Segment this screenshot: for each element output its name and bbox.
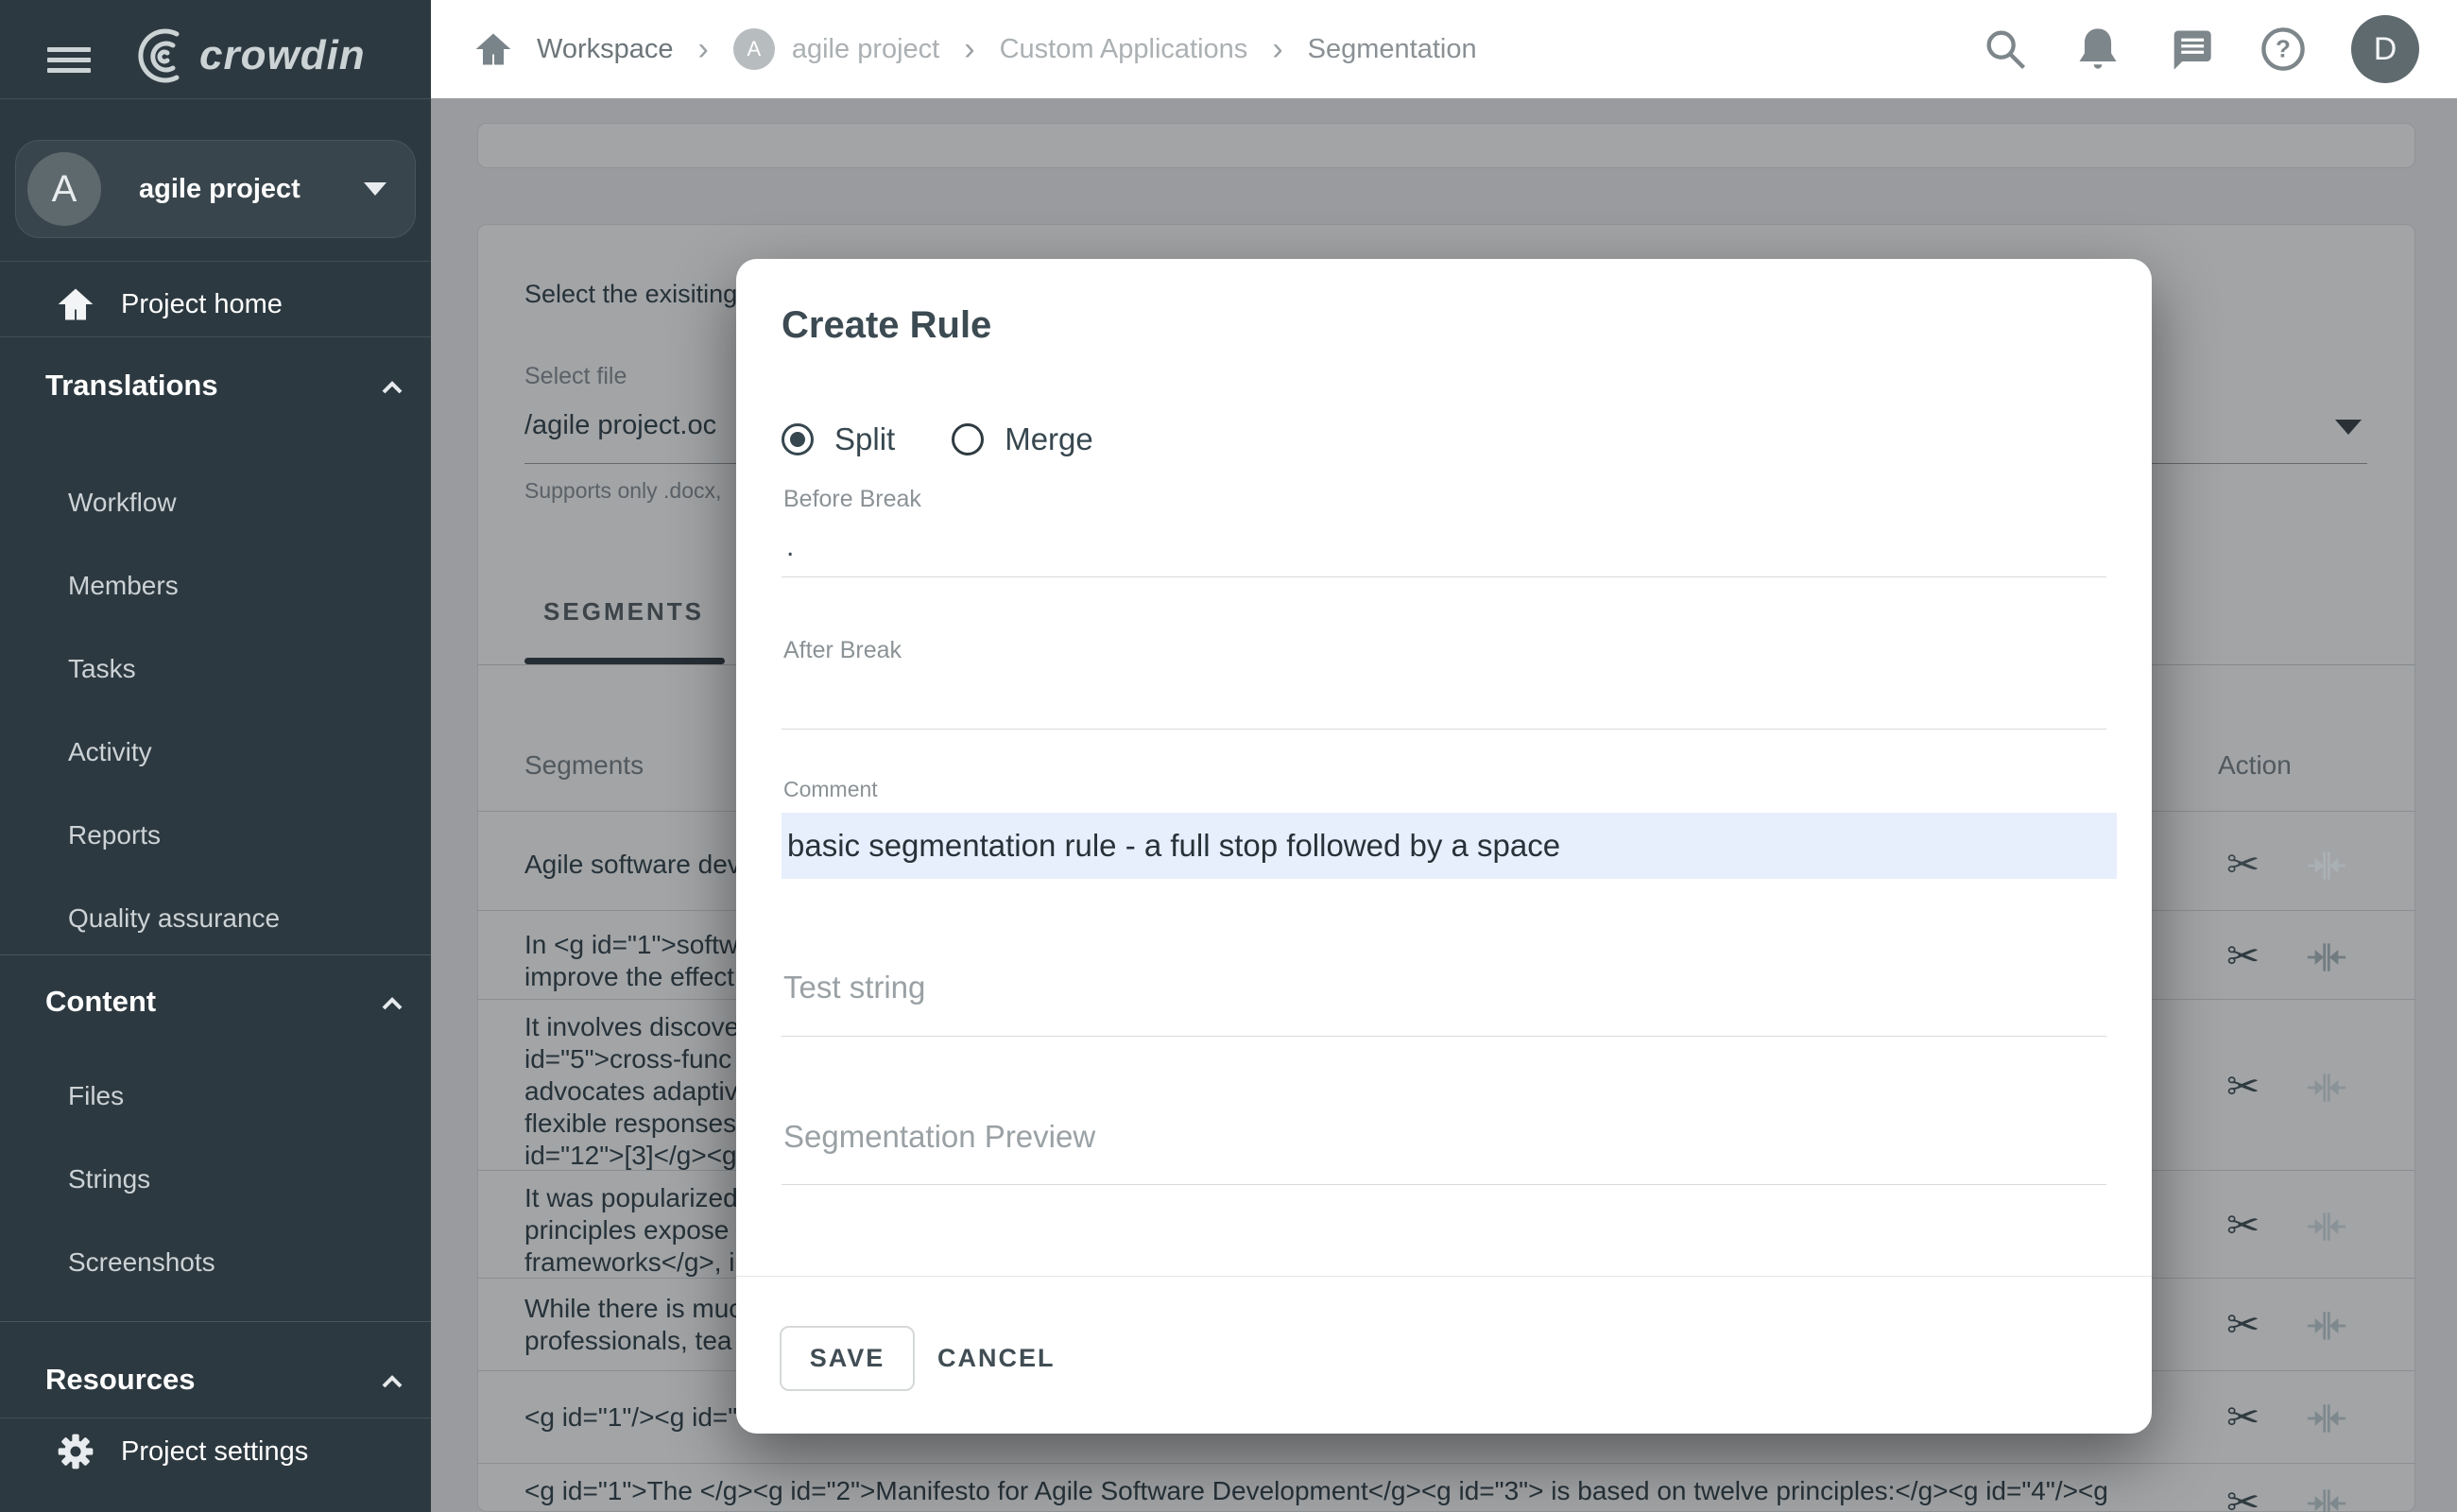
sidebar-item-project-settings[interactable]: Project settings (0, 1423, 431, 1480)
svg-text:?: ? (2276, 35, 2291, 63)
sidebar-item-workflow[interactable]: Workflow (68, 488, 177, 518)
sidebar-item-strings[interactable]: Strings (68, 1164, 150, 1194)
segmentation-preview-underline (782, 1184, 2106, 1185)
before-break-underline (782, 576, 2106, 577)
breadcrumb: Workspace › A agile project › Custom App… (472, 0, 1477, 98)
sidebar-item-project-home[interactable]: Project home (0, 276, 431, 333)
sidebar-item-files[interactable]: Files (68, 1081, 124, 1111)
crowdin-logo-text: crowdin (199, 32, 366, 78)
chevron-right-icon: › (964, 30, 975, 67)
home-icon (58, 288, 94, 320)
segmentation-preview-input[interactable]: Segmentation Preview (783, 1119, 1095, 1155)
sidebar-item-activity[interactable]: Activity (68, 737, 152, 767)
breadcrumb-project[interactable]: agile project (792, 34, 939, 65)
sidebar-item-quality-assurance[interactable]: Quality assurance (68, 903, 280, 934)
sidebar: crowdin A agile project Project home Tra… (0, 0, 431, 1512)
sidebar-item-screenshots[interactable]: Screenshots (68, 1247, 215, 1278)
chevron-up-icon[interactable] (376, 988, 408, 1021)
test-string-underline (782, 1036, 2106, 1037)
app: Select the exisiting Select file /agile … (0, 0, 2457, 1512)
gear-icon (58, 1434, 94, 1469)
split-radio[interactable] (782, 423, 814, 455)
chevron-up-icon[interactable] (376, 1366, 408, 1399)
notifications-bell-icon[interactable] (2073, 25, 2122, 74)
help-icon[interactable]: ? (2259, 25, 2308, 74)
user-avatar[interactable]: D (2351, 15, 2419, 83)
project-selector[interactable]: A agile project (15, 140, 416, 238)
sidebar-section-content[interactable]: Content (45, 985, 156, 1019)
chevron-up-icon[interactable] (376, 372, 408, 404)
after-break-underline (782, 729, 2106, 730)
comment-value: basic segmentation rule - a full stop fo… (787, 828, 1561, 863)
breadcrumb-segmentation: Segmentation (1307, 33, 1477, 64)
after-break-label: After Break (783, 637, 902, 663)
comment-label: Comment (783, 777, 878, 801)
messages-icon[interactable] (2166, 25, 2215, 74)
before-break-input[interactable]: . (786, 531, 794, 563)
crowdin-logo-mark (138, 28, 180, 83)
sidebar-section-resources[interactable]: Resources (45, 1363, 196, 1397)
before-break-label: Before Break (783, 486, 921, 512)
search-icon[interactable] (1981, 25, 2030, 74)
chevron-right-icon: › (697, 30, 709, 67)
rule-type-radio-group: Split Merge (782, 418, 1150, 461)
crowdin-logo[interactable]: crowdin (118, 26, 366, 85)
sidebar-item-reports[interactable]: Reports (68, 820, 161, 850)
project-selector-name: agile project (139, 173, 301, 204)
comment-input[interactable]: basic segmentation rule - a full stop fo… (782, 813, 2117, 879)
breadcrumb-custom-applications[interactable]: Custom Applications (1000, 34, 1248, 65)
split-radio-label[interactable]: Split (834, 421, 895, 457)
merge-radio[interactable] (952, 423, 985, 455)
sidebar-item-tasks[interactable]: Tasks (68, 654, 136, 684)
dialog-footer-divider (736, 1276, 2152, 1277)
create-rule-dialog: Create Rule Split Merge Before Break . A… (736, 259, 2152, 1434)
project-selector-avatar: A (27, 152, 101, 226)
chevron-right-icon: › (1272, 30, 1283, 67)
chevron-down-icon (364, 182, 387, 196)
sidebar-item-label: Project home (121, 288, 283, 319)
sidebar-item-label: Project settings (121, 1435, 309, 1467)
sidebar-section-translations[interactable]: Translations (45, 369, 218, 403)
test-string-input[interactable]: Test string (783, 970, 925, 1005)
cancel-button[interactable]: CANCEL (937, 1326, 1056, 1391)
merge-radio-label[interactable]: Merge (1005, 421, 1093, 457)
home-icon[interactable] (472, 28, 514, 70)
save-button[interactable]: SAVE (780, 1326, 915, 1391)
project-avatar: A (732, 28, 775, 70)
breadcrumb-workspace[interactable]: Workspace (537, 34, 674, 65)
dialog-title: Create Rule (782, 304, 992, 346)
sidebar-item-members[interactable]: Members (68, 571, 179, 601)
top-bar: Workspace › A agile project › Custom App… (431, 0, 2457, 98)
menu-icon[interactable] (47, 47, 91, 74)
